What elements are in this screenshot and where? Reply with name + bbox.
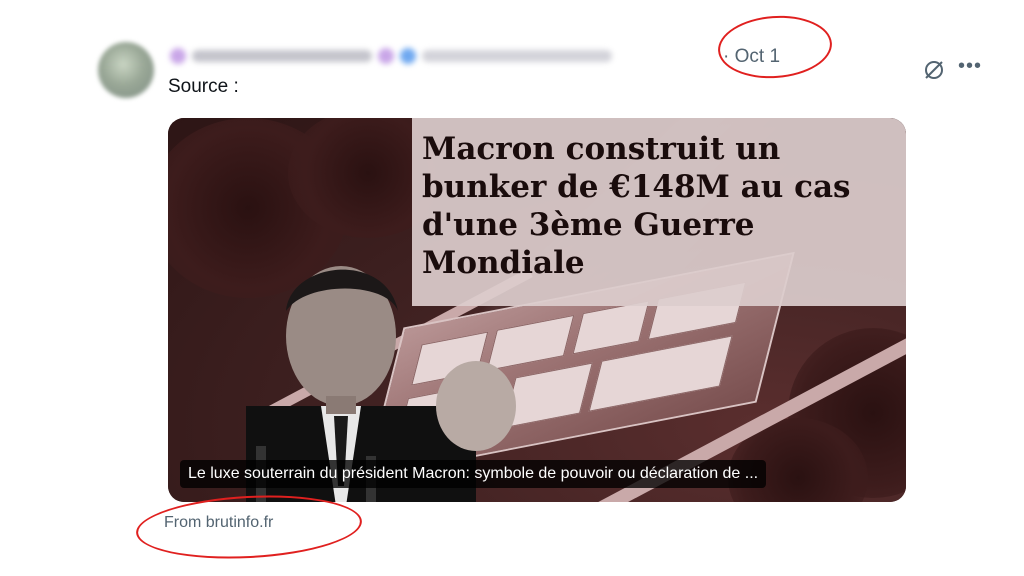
more-icon[interactable]: ••• — [958, 56, 986, 80]
post[interactable]: · Oct 1 ••• Source : Macron construit un… — [90, 12, 981, 564]
media-card[interactable]: Macron construit un bunker de €148M au c… — [168, 118, 906, 502]
headline-text: Macron construit un bunker de €148M au c… — [422, 131, 851, 281]
headline-overlay: Macron construit un bunker de €148M au c… — [412, 118, 906, 306]
page: · Oct 1 ••• Source : Macron construit un… — [0, 0, 1024, 576]
source-link[interactable]: From brutinfo.fr — [164, 514, 273, 532]
grok-icon[interactable] — [922, 58, 946, 82]
post-header: · Oct 1 ••• — [168, 44, 981, 79]
post-timestamp[interactable]: · Oct 1 — [723, 44, 780, 70]
post-text: Source : — [168, 76, 239, 97]
media-caption: Le luxe souterrain du président Macron: … — [180, 460, 767, 488]
avatar[interactable] — [98, 42, 154, 98]
author-name-blurred[interactable] — [170, 48, 612, 64]
